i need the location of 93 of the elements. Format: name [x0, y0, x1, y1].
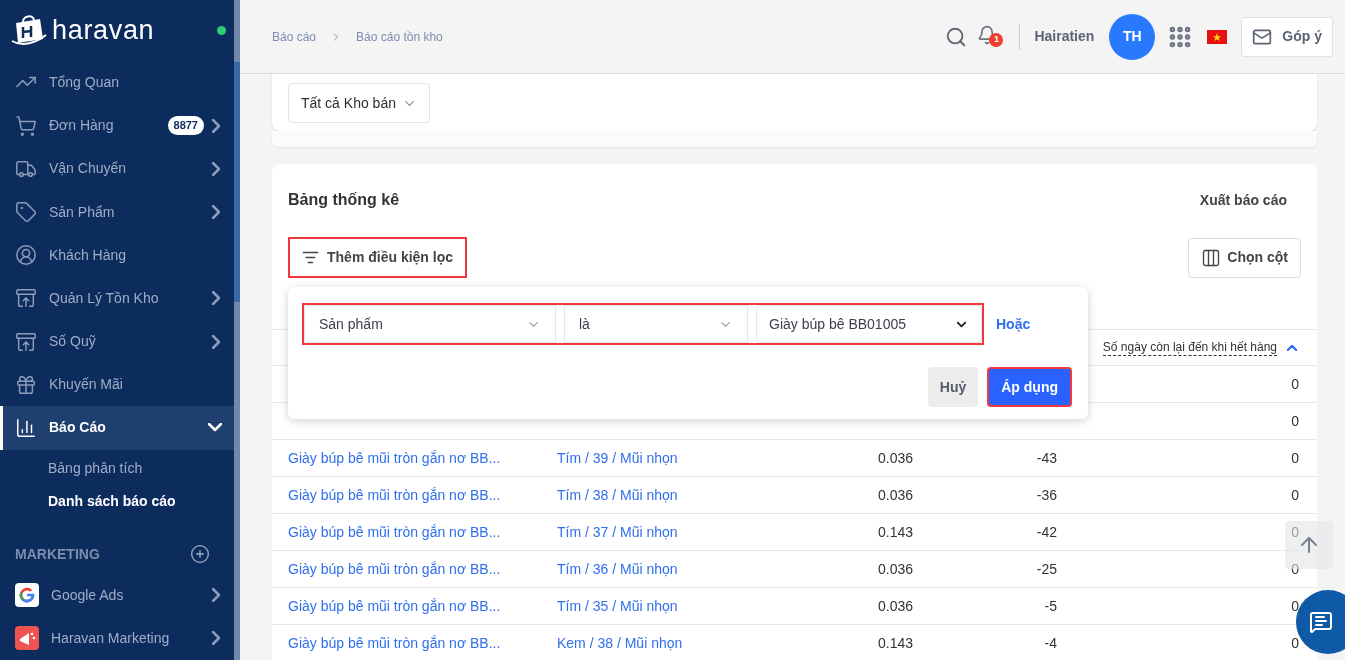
breadcrumb-link[interactable]: Báo cáo	[272, 27, 317, 46]
table-cell: -43	[1036, 449, 1057, 466]
chat-icon	[1309, 610, 1333, 634]
chevron-right-icon	[212, 161, 220, 176]
archive-box-icon	[15, 330, 37, 353]
sidebar-item[interactable]: Báo Cáo	[0, 406, 234, 450]
add-filter-button[interactable]: Thêm điều kiện lọc	[288, 237, 468, 278]
app-logo-icon	[15, 583, 39, 608]
field-select[interactable]: Sản phẩm	[304, 305, 556, 343]
variant-link[interactable]: Tím / 37 / Mũi nhọn	[557, 523, 678, 540]
value-select[interactable]: Giày búp bê BB01005	[756, 305, 982, 343]
choose-columns-button[interactable]: Chọn cột	[1188, 237, 1301, 278]
table-cell: 0	[1291, 634, 1299, 651]
chevron-down-icon	[208, 423, 222, 433]
sort-ascending-icon[interactable]	[1287, 344, 1297, 351]
chevron-right-icon	[212, 205, 220, 219]
archive-box-icon	[15, 287, 37, 310]
table-cell: 0.143	[877, 634, 913, 651]
table-cell: 0	[1291, 375, 1299, 392]
table-cell: 0.036	[877, 560, 913, 577]
columns-icon	[1201, 247, 1222, 268]
table-cell: 0	[1291, 449, 1299, 466]
column-header[interactable]: Số ngày còn lại đến khi hết hàng	[1102, 339, 1277, 356]
notification-bell-button[interactable]: 1	[977, 24, 1004, 49]
chevron-right-icon	[212, 334, 220, 349]
table-cell: 0.143	[877, 523, 913, 540]
variant-link[interactable]: Tím / 39 / Mũi nhọn	[557, 449, 678, 466]
product-link[interactable]: Giày búp bê mũi tròn gắn nơ BB...	[288, 560, 501, 577]
add-icon[interactable]	[190, 544, 210, 565]
or-link[interactable]: Hoặc	[996, 313, 1031, 335]
variant-link[interactable]: Kem / 38 / Mũi nhọn	[557, 634, 683, 651]
operator-select[interactable]: là	[564, 305, 748, 343]
sidebar-item[interactable]: Khuyến Mãi	[0, 363, 234, 407]
sidebar-subitem[interactable]: Bảng phân tích	[0, 453, 234, 483]
megaphone-app-icon	[15, 626, 39, 651]
shopping-bag-logo-icon	[10, 13, 48, 48]
sidebar-item[interactable]: Google Ads	[0, 573, 234, 617]
sidebar-subitem[interactable]: Danh sách báo cáo	[0, 486, 234, 517]
table-cell: -4	[1044, 634, 1057, 651]
notification-badge: 1	[989, 32, 1004, 47]
chevron-right-icon	[212, 588, 220, 603]
table-cell: 0	[1291, 597, 1299, 614]
warehouse-select[interactable]: Tất cả Kho bán	[288, 83, 430, 123]
feedback-button[interactable]: Góp ý	[1241, 16, 1333, 57]
sidebar-item[interactable]: Khách Hàng	[0, 233, 234, 277]
export-link[interactable]: Xuất báo cáo	[1199, 189, 1287, 211]
section-heading: MARKETING	[15, 544, 100, 564]
table-cell: 0.036	[877, 597, 913, 614]
product-link[interactable]: Giày búp bê mũi tròn gắn nơ BB...	[288, 597, 501, 614]
scrollbar-thumb[interactable]	[234, 62, 240, 302]
table-cell: -42	[1036, 523, 1057, 540]
table-cell: 0	[1291, 486, 1299, 503]
breadcrumb-link[interactable]: Báo cáo tồn kho	[356, 27, 443, 46]
sidebar-item[interactable]: Sản Phẩm	[0, 190, 234, 234]
table-cell: 0.036	[877, 486, 913, 503]
table-cell: 0.036	[877, 449, 913, 466]
table-cell: -36	[1036, 486, 1057, 503]
card-title: Bảng thống kê	[288, 190, 400, 210]
filter-icon	[302, 249, 319, 266]
variant-link[interactable]: Tím / 38 / Mũi nhọn	[557, 486, 678, 503]
table-cell: 0	[1291, 560, 1299, 577]
search-icon[interactable]	[945, 25, 968, 48]
cart-icon	[15, 114, 37, 137]
product-link[interactable]: Giày búp bê mũi tròn gắn nơ BB...	[288, 634, 501, 651]
table-cell: -5	[1044, 597, 1057, 614]
product-link[interactable]: Giày búp bê mũi tròn gắn nơ BB...	[288, 523, 501, 540]
sidebar-item[interactable]: Quản Lý Tồn Kho	[0, 276, 234, 320]
table-cell: 0	[1291, 412, 1299, 429]
gift-icon	[15, 373, 37, 396]
flag-icon[interactable]	[1207, 29, 1228, 44]
chevron-right-icon	[212, 631, 220, 646]
product-link[interactable]: Giày búp bê mũi tròn gắn nơ BB...	[288, 449, 501, 466]
sidebar-item[interactable]: Số Quỹ	[0, 319, 234, 364]
cancel-button[interactable]: Huỷ	[927, 367, 979, 407]
tag-icon	[15, 201, 37, 223]
product-link[interactable]: Giày búp bê mũi tròn gắn nơ BB...	[288, 486, 501, 503]
table-cell: -25	[1036, 560, 1057, 577]
user-name[interactable]: Hairatien	[1034, 26, 1095, 47]
brand-logo-text: haravan	[52, 16, 155, 44]
variant-link[interactable]: Tím / 36 / Mũi nhọn	[557, 560, 678, 577]
sidebar-item[interactable]: Vận Chuyển	[0, 147, 234, 191]
chevron-right-icon	[212, 291, 220, 306]
sidebar-item[interactable]: Tổng Quan	[0, 60, 234, 105]
table-cell: 0	[1291, 523, 1299, 540]
user-circle-icon	[15, 244, 37, 267]
apply-button[interactable]: Áp dụng	[987, 367, 1072, 407]
chevron-right-icon	[212, 118, 220, 133]
count-badge: 8877	[167, 116, 204, 135]
sidebar-item[interactable]: Đơn Hàng 8877	[0, 104, 234, 148]
sidebar-item[interactable]: Haravan Marketing	[0, 616, 234, 660]
user-avatar[interactable]: TH	[1109, 13, 1156, 60]
bar-chart-icon	[15, 416, 37, 439]
variant-link[interactable]: Tím / 35 / Mũi nhọn	[557, 597, 678, 614]
